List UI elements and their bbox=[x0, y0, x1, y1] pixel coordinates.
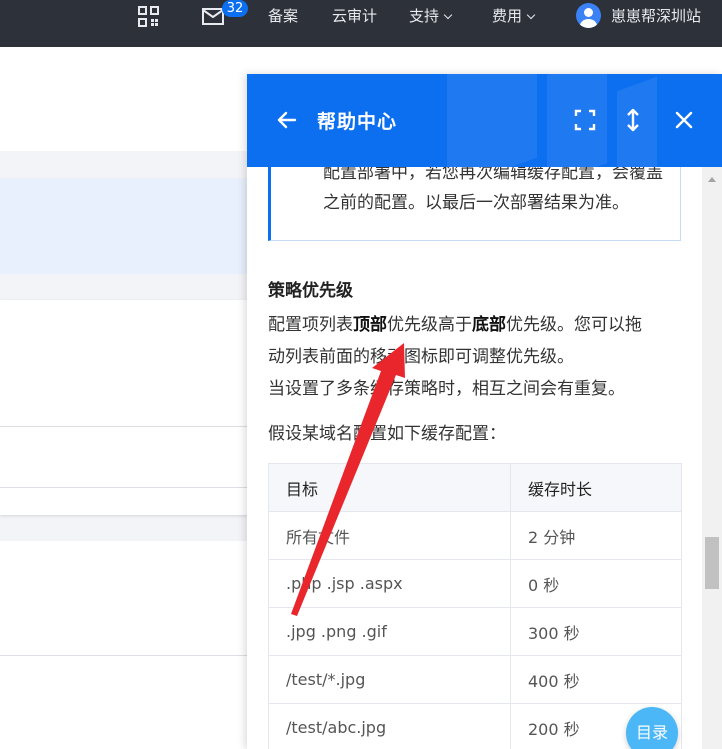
fullscreen-icon[interactable] bbox=[573, 108, 597, 132]
note-box: 配置部署中，若您再次编辑缓存配置，会覆盖之前的配置。以最后一次部署结果为准。 bbox=[268, 167, 681, 241]
nav-support-label: 支持 bbox=[409, 7, 440, 25]
bold-top: 顶部 bbox=[353, 315, 387, 335]
chevron-down-icon bbox=[443, 10, 453, 20]
help-panel-scrollbar[interactable] bbox=[702, 167, 722, 749]
scrollbar-thumb[interactable] bbox=[705, 537, 719, 589]
help-panel-content: 配置部署中，若您再次编辑缓存配置，会覆盖之前的配置。以最后一次部署结果为准。 策… bbox=[247, 167, 702, 749]
section-title: 策略优先级 bbox=[268, 281, 353, 301]
help-panel-header: 帮助中心 bbox=[247, 74, 722, 167]
mail-icon[interactable] bbox=[202, 8, 224, 29]
mail-count-badge: 32 bbox=[222, 0, 248, 17]
table-row: 所有文件 2 分钟 bbox=[268, 511, 682, 560]
expand-vertical-icon[interactable] bbox=[621, 108, 645, 132]
table-header-row: 目标 缓存时长 bbox=[268, 463, 682, 512]
qr-code-icon[interactable] bbox=[138, 6, 159, 31]
priority-paragraph: 配置项列表顶部优先级高于底部优先级。您可以拖 bbox=[268, 315, 642, 335]
nav-support[interactable]: 支持 bbox=[409, 0, 453, 33]
top-nav-bar: 32 备案 云审计 支持 费用 崽崽帮深圳站 bbox=[0, 0, 722, 47]
cache-config-table: 目标 缓存时长 所有文件 2 分钟 .php .jsp .aspx 0 秒 .jpg… bbox=[268, 463, 682, 749]
help-panel-title: 帮助中心 bbox=[317, 111, 398, 133]
nav-filing[interactable]: 备案 bbox=[268, 0, 298, 33]
scroll-up-arrow-icon[interactable] bbox=[708, 177, 716, 182]
bold-bottom: 底部 bbox=[472, 315, 506, 335]
note-text: 配置部署中，若您再次编辑缓存配置，会覆盖之前的配置。以最后一次部署结果为准。 bbox=[323, 167, 663, 213]
table-row: .jpg .png .gif 300 秒 bbox=[268, 607, 682, 656]
nav-billing[interactable]: 费用 bbox=[492, 0, 536, 33]
back-arrow-icon[interactable] bbox=[275, 108, 299, 132]
help-center-panel: 帮助中心 配置部署中，若您再次编辑缓存配置，会覆盖之前的配置。以最后一次部署结果… bbox=[247, 74, 722, 749]
nav-billing-label: 费用 bbox=[492, 7, 523, 25]
table-row: /test/*.jpg 400 秒 bbox=[268, 655, 682, 704]
nav-cloud-audit[interactable]: 云审计 bbox=[332, 0, 377, 33]
account-name[interactable]: 崽崽帮深圳站 bbox=[611, 0, 701, 33]
priority-paragraph-line2: 动列表前面的移动图标即可调整优先级。 bbox=[268, 347, 574, 367]
user-avatar[interactable] bbox=[576, 3, 601, 28]
example-intro: 假设某域名配置如下缓存配置： bbox=[268, 424, 506, 444]
overlap-paragraph: 当设置了多条缓存策略时，相互之间会有重复。 bbox=[268, 379, 625, 399]
column-header-target: 目标 bbox=[268, 463, 511, 512]
column-header-duration: 缓存时长 bbox=[510, 463, 682, 512]
close-icon[interactable] bbox=[672, 108, 696, 132]
table-row: .php .jsp .aspx 0 秒 bbox=[268, 559, 682, 608]
table-row: /test/abc.jpg 200 秒 bbox=[268, 703, 682, 749]
chevron-down-icon bbox=[526, 10, 536, 20]
